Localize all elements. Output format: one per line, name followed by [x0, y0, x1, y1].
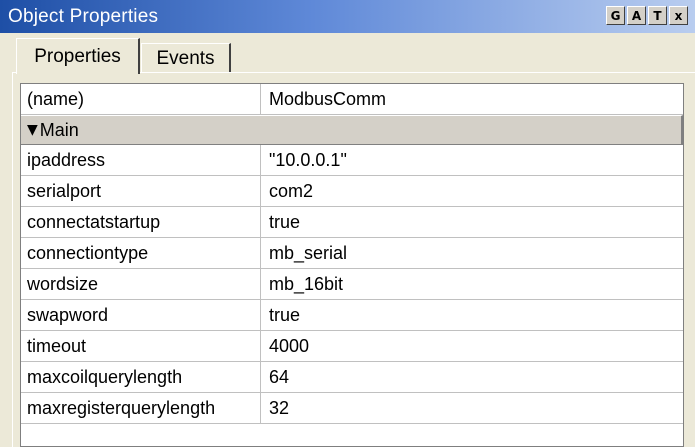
property-value[interactable]: true	[261, 207, 683, 237]
property-key: ipaddress	[21, 145, 261, 175]
property-key: swapword	[21, 300, 261, 330]
property-value[interactable]: 32	[261, 393, 683, 423]
tab-events[interactable]: Events	[141, 43, 231, 73]
property-key: maxcoilquerylength	[21, 362, 261, 392]
property-row[interactable]: connectiontype mb_serial	[21, 238, 683, 269]
close-button[interactable]: x	[669, 6, 688, 25]
property-row[interactable]: wordsize mb_16bit	[21, 269, 683, 300]
property-value[interactable]: com2	[261, 176, 683, 206]
property-row[interactable]: connectatstartup true	[21, 207, 683, 238]
property-value[interactable]: 4000	[261, 331, 683, 361]
property-key: maxregisterquerylength	[21, 393, 261, 423]
property-key: timeout	[21, 331, 261, 361]
property-key: wordsize	[21, 269, 261, 299]
property-value[interactable]: 64	[261, 362, 683, 392]
property-value[interactable]: "10.0.0.1"	[261, 145, 683, 175]
property-value[interactable]: ModbusComm	[261, 84, 683, 114]
property-row[interactable]: serialport com2	[21, 176, 683, 207]
property-row[interactable]: maxcoilquerylength 64	[21, 362, 683, 393]
property-row[interactable]: timeout 4000	[21, 331, 683, 362]
section-label: Main	[39, 119, 79, 140]
property-row-name[interactable]: (name) ModbusComm	[21, 84, 683, 115]
property-grid: (name) ModbusComm ▼ Main ipaddress "10.0.…	[20, 83, 684, 447]
titlebar-buttons: G A T x	[606, 6, 688, 25]
tab-strip: Properties Events	[0, 33, 695, 74]
property-key: (name)	[21, 84, 261, 114]
property-key: serialport	[21, 176, 261, 206]
property-row[interactable]: swapword true	[21, 300, 683, 331]
property-key: connectatstartup	[21, 207, 261, 237]
property-value[interactable]: mb_16bit	[261, 269, 683, 299]
property-key: connectiontype	[21, 238, 261, 268]
property-row[interactable]: ipaddress "10.0.0.1"	[21, 145, 683, 176]
property-row[interactable]: maxregisterquerylength 32	[21, 393, 683, 424]
g-button[interactable]: G	[606, 6, 625, 25]
a-button[interactable]: A	[627, 6, 646, 25]
window-title: Object Properties	[8, 6, 159, 27]
t-button[interactable]: T	[648, 6, 667, 25]
window-titlebar[interactable]: Object Properties G A T x	[0, 0, 695, 33]
property-value[interactable]: mb_serial	[261, 238, 683, 268]
section-main[interactable]: ▼ Main	[21, 115, 683, 145]
property-value[interactable]: true	[261, 300, 683, 330]
tab-properties[interactable]: Properties	[16, 38, 140, 74]
triangle-down-icon[interactable]: ▼	[27, 122, 38, 138]
